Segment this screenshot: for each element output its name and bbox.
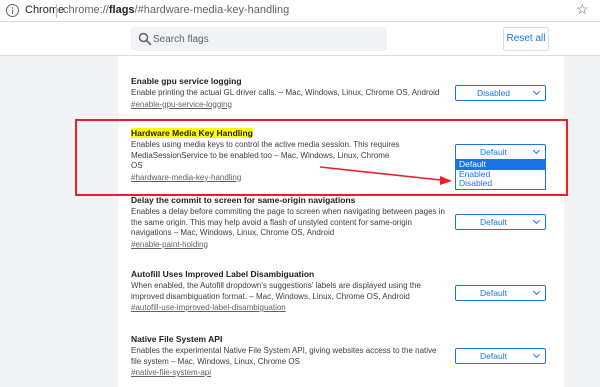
chevron-down-icon	[532, 87, 541, 96]
select-value: Default	[480, 351, 507, 361]
flag-link[interactable]: #enable-paint-holding	[131, 239, 571, 250]
chevron-down-icon	[532, 350, 541, 359]
site-label: Chrome	[25, 4, 65, 16]
flag-select-gpu-service-logging[interactable]: Disabled	[455, 85, 546, 101]
flag-description: Enables the experimental Native File Sys…	[131, 346, 437, 366]
flag-title: Native File System API	[131, 334, 223, 344]
url-rest: /#hardware-media-key-handling	[134, 4, 290, 16]
flag-description: Enable printing the actual GL driver cal…	[131, 88, 440, 97]
flag-description: Enables a delay before commiting the pag…	[131, 207, 445, 237]
bookmark-star-icon[interactable]: ☆	[576, 1, 589, 18]
flag-link[interactable]: #native-file-system-api	[131, 367, 571, 378]
flag-select-paint-holding[interactable]: Default	[455, 214, 546, 230]
url-host: flags	[108, 4, 135, 16]
info-icon[interactable]	[6, 4, 19, 17]
chevron-down-icon	[532, 287, 541, 296]
select-value: Disabled	[476, 88, 511, 98]
flag-title: Autofill Uses Improved Label Disambiguat…	[131, 269, 315, 279]
address-divider	[56, 4, 57, 18]
flag-description: When enabled, the Autofill dropdown's su…	[131, 281, 421, 301]
annotation-highlight-box	[75, 119, 568, 196]
chevron-down-icon	[532, 216, 541, 225]
url-prefix: chrome://	[63, 4, 109, 16]
flag-select-autofill-label-disambiguation[interactable]: Default	[455, 285, 546, 301]
select-value: Default	[480, 288, 507, 298]
search-box[interactable]	[131, 27, 387, 51]
select-value: Default	[480, 217, 507, 227]
address-bar[interactable]: Chrome chrome://flags/#hardware-media-ke…	[0, 0, 600, 22]
reset-all-button[interactable]: Reset all	[503, 27, 549, 51]
search-icon	[138, 32, 152, 46]
flag-link[interactable]: #autofill-use-improved-label-disambiguat…	[131, 302, 571, 313]
flag-select-native-file-system-api[interactable]: Default	[455, 348, 546, 364]
flags-header: Reset all	[0, 22, 600, 56]
search-input[interactable]	[153, 27, 383, 51]
url-text[interactable]: chrome://flags/#hardware-media-key-handl…	[63, 4, 289, 16]
